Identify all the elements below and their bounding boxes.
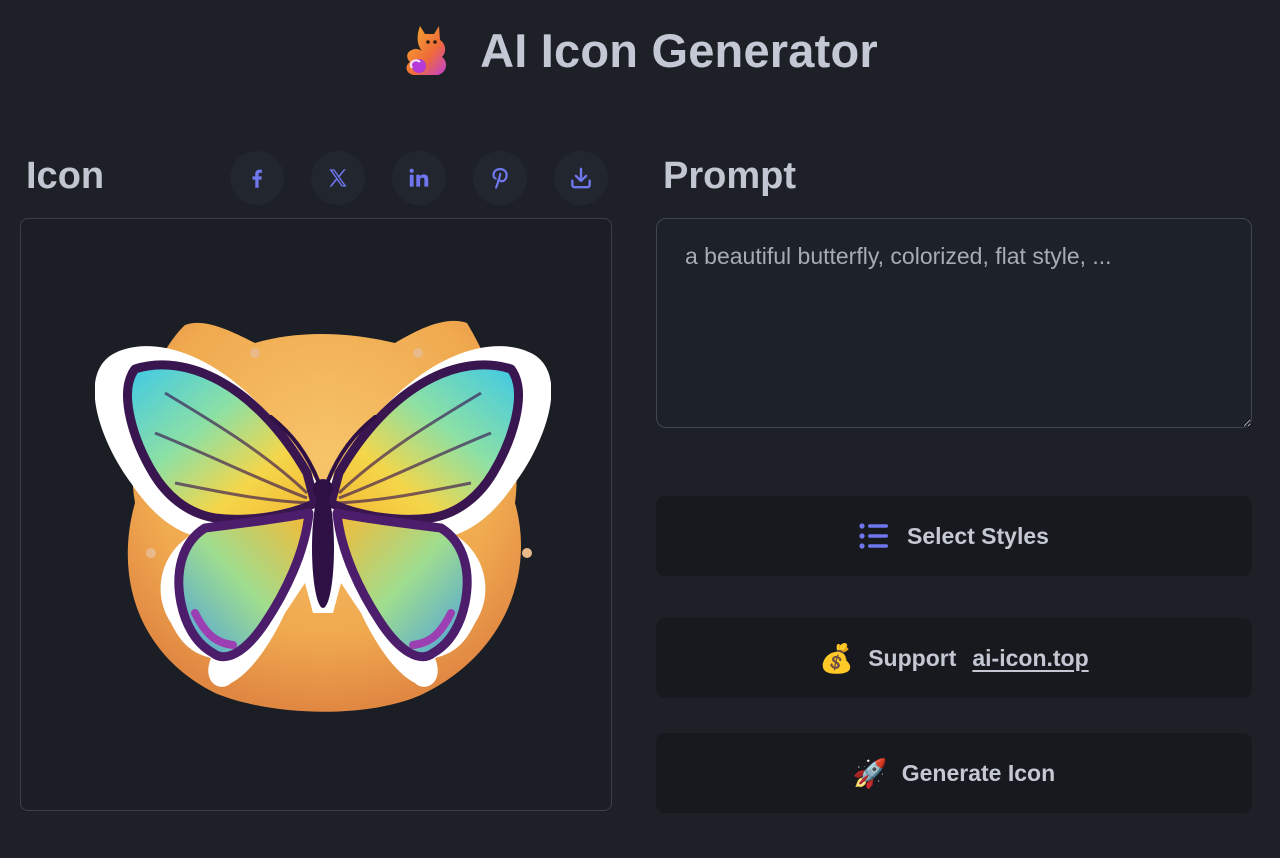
icon-heading: Icon (26, 155, 105, 197)
select-styles-label: Select Styles (907, 522, 1049, 549)
linkedin-icon (409, 168, 429, 187)
prompt-heading: Prompt (663, 155, 796, 197)
download-button[interactable] (554, 151, 608, 205)
pinterest-share-button[interactable] (473, 151, 527, 205)
select-styles-button[interactable]: Select Styles (656, 496, 1252, 576)
app-header: AI Icon Generator (0, 18, 1280, 82)
x-icon (329, 169, 347, 187)
rocket-icon: 🚀 (852, 756, 888, 790)
app-title: AI Icon Generator (480, 23, 878, 77)
facebook-share-button[interactable] (230, 151, 284, 205)
support-button[interactable]: 💰 Support ai-icon.top (656, 618, 1252, 698)
money-bag-icon: 💰 (819, 641, 855, 675)
prompt-input[interactable] (656, 218, 1252, 428)
download-icon (571, 167, 591, 189)
list-icon (859, 523, 889, 549)
pinterest-icon (492, 168, 508, 189)
linkedin-share-button[interactable] (392, 151, 446, 205)
cat-logo-icon (406, 26, 447, 75)
share-bar (230, 151, 608, 205)
butterfly-sticker-image (95, 320, 551, 712)
support-label: Support (868, 644, 957, 671)
generated-icon-frame (20, 218, 612, 811)
generate-icon-button[interactable]: 🚀 Generate Icon (656, 733, 1252, 813)
facebook-icon (252, 169, 262, 188)
support-link[interactable]: ai-icon.top (972, 645, 1088, 672)
generate-icon-label: Generate Icon (901, 759, 1056, 786)
x-share-button[interactable] (311, 151, 365, 205)
